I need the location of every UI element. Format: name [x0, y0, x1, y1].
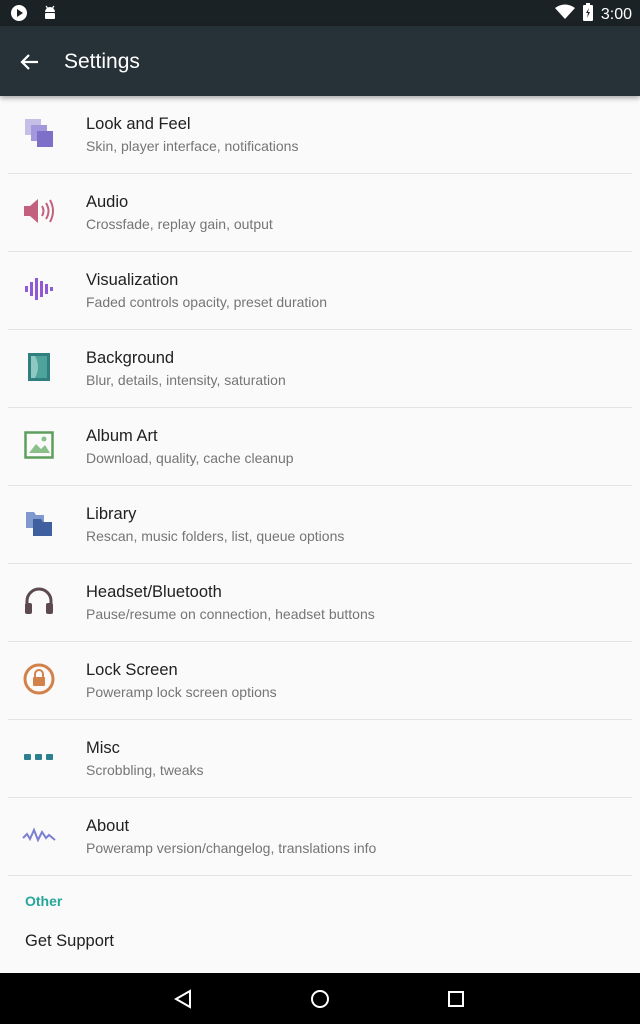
settings-item-album-art[interactable]: Album Art Download, quality, cache clean…: [8, 408, 632, 486]
settings-item-subtitle: Scrobbling, tweaks: [86, 762, 204, 778]
settings-item-subtitle: Crossfade, replay gain, output: [86, 216, 273, 232]
status-time: 3:00: [600, 5, 632, 23]
settings-item-title: Library: [86, 505, 137, 523]
get-support-item[interactable]: Get Support: [25, 932, 114, 951]
settings-item-library[interactable]: Library Rescan, music folders, list, que…: [8, 486, 632, 564]
settings-item-title: Background: [86, 349, 175, 367]
android-icon: [42, 4, 58, 27]
play-notification-icon: [10, 4, 28, 27]
settings-item-subtitle: Rescan, music folders, list, queue optio…: [86, 528, 345, 544]
back-button[interactable]: [14, 46, 46, 78]
recents-icon: [448, 991, 464, 1007]
settings-item-lock-screen[interactable]: Lock Screen Poweramp lock screen options: [8, 642, 632, 720]
about-wave-icon: [22, 818, 56, 852]
page-title: Settings: [64, 50, 140, 73]
settings-item-title: Headset/Bluetooth: [86, 583, 222, 601]
settings-item-subtitle: Poweramp lock screen options: [86, 684, 277, 700]
status-bar: 3:00: [0, 0, 640, 26]
settings-item-subtitle: Skin, player interface, notifications: [86, 138, 299, 154]
settings-item-title: Visualization: [86, 271, 179, 289]
settings-item-subtitle: Poweramp version/changelog, translations…: [86, 840, 377, 856]
nav-back-button[interactable]: [169, 985, 197, 1013]
settings-item-headset-bluetooth[interactable]: Headset/Bluetooth Pause/resume on connec…: [8, 564, 632, 642]
settings-item-title: Look and Feel: [86, 115, 191, 133]
navigation-bar: [0, 973, 640, 1024]
settings-item-subtitle: Blur, details, intensity, saturation: [86, 372, 286, 388]
background-icon: [22, 350, 56, 384]
battery-icon: [582, 3, 593, 26]
wifi-icon: [554, 4, 575, 25]
home-icon: [311, 990, 329, 1008]
settings-item-about[interactable]: About Poweramp version/changelog, transl…: [8, 798, 632, 876]
settings-list: Look and Feel Skin, player interface, no…: [0, 96, 640, 876]
headphones-icon: [22, 584, 56, 618]
settings-item-misc[interactable]: Misc Scrobbling, tweaks: [8, 720, 632, 798]
speaker-icon: [22, 194, 56, 228]
arrow-left-icon: [20, 54, 38, 70]
section-header-other: Other: [25, 893, 63, 909]
dots-icon: [22, 740, 56, 774]
waveform-icon: [22, 272, 56, 306]
settings-item-visualization[interactable]: Visualization Faded controls opacity, pr…: [8, 252, 632, 330]
app-bar: Settings: [0, 26, 640, 96]
settings-item-background[interactable]: Background Blur, details, intensity, sat…: [8, 330, 632, 408]
nav-home-button[interactable]: [306, 985, 334, 1013]
settings-item-title: Audio: [86, 193, 129, 211]
settings-item-audio[interactable]: Audio Crossfade, replay gain, output: [8, 174, 632, 252]
lock-icon: [22, 662, 56, 696]
settings-item-subtitle: Faded controls opacity, preset duration: [86, 294, 327, 310]
look-and-feel-icon: [22, 116, 56, 150]
image-icon: [22, 428, 56, 462]
settings-item-title: About: [86, 817, 130, 835]
nav-recents-button[interactable]: [442, 985, 470, 1013]
settings-item-look-and-feel[interactable]: Look and Feel Skin, player interface, no…: [8, 96, 632, 174]
settings-item-title: Album Art: [86, 427, 158, 445]
settings-item-subtitle: Pause/resume on connection, headset butt…: [86, 606, 375, 622]
settings-item-title: Misc: [86, 739, 120, 757]
settings-item-subtitle: Download, quality, cache cleanup: [86, 450, 294, 466]
folders-icon: [22, 506, 56, 540]
settings-item-title: Lock Screen: [86, 661, 178, 679]
back-icon: [173, 989, 191, 1009]
